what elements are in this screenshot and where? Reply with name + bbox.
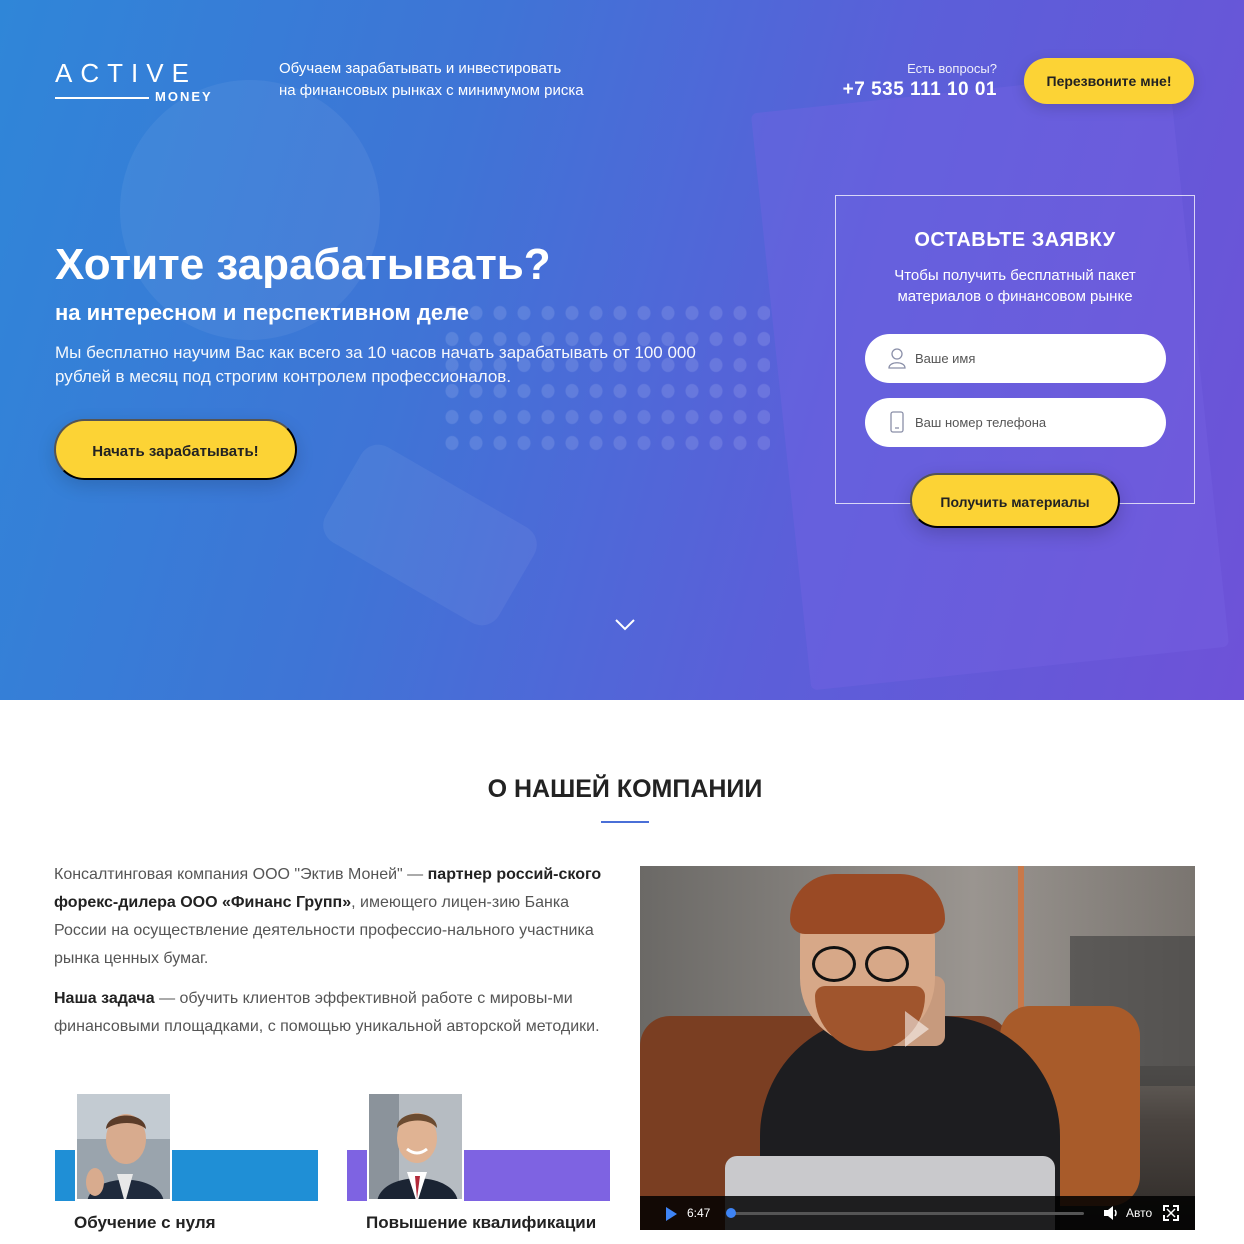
phone-field[interactable] bbox=[865, 398, 1166, 447]
tagline-line: Обучаем зарабатывать и инвестировать bbox=[279, 60, 562, 77]
hero-section: ACTIVE MONEY Обучаем зарабатывать и инве… bbox=[0, 0, 1244, 700]
logo-text: ACTIVE bbox=[55, 58, 197, 88]
logo-underline bbox=[55, 97, 149, 99]
form-subtitle-line: материалов о финансовом рынке bbox=[897, 288, 1133, 305]
name-input[interactable] bbox=[915, 334, 1155, 383]
about-title: О НАШЕЙ КОМПАНИИ bbox=[487, 775, 763, 803]
card-label: Обучение с нуля bbox=[74, 1213, 216, 1232]
teacher-photo bbox=[367, 1092, 464, 1201]
course-card[interactable]: Повышение квалификации bbox=[347, 1092, 611, 1242]
play-overlay-icon[interactable] bbox=[905, 1011, 929, 1047]
fullscreen-icon[interactable] bbox=[1163, 1205, 1179, 1221]
hero-title: Хотите зарабатывать? bbox=[55, 240, 551, 289]
video-person bbox=[865, 946, 909, 982]
chevron-down-icon[interactable] bbox=[614, 618, 636, 632]
video-controls: 6:47 Авто bbox=[640, 1196, 1195, 1230]
smartphone-icon bbox=[890, 411, 904, 433]
phone-input[interactable] bbox=[915, 398, 1155, 447]
play-icon[interactable] bbox=[666, 1207, 677, 1221]
about-paragraph: Наша задача — обучить клиентов эффективн… bbox=[54, 985, 609, 1041]
video-time: 6:47 bbox=[687, 1206, 711, 1220]
text: Консалтинговая компания ООО "Эктив Моней… bbox=[54, 866, 428, 883]
card-label: Повышение квалификации bbox=[366, 1213, 597, 1232]
start-earning-button[interactable]: Начать зарабатывать! bbox=[54, 419, 297, 480]
video-progress-knob[interactable] bbox=[726, 1208, 736, 1218]
company-video[interactable]: 6:47 Авто bbox=[640, 866, 1195, 1230]
logo[interactable]: ACTIVE MONEY bbox=[55, 58, 225, 106]
form-subtitle-line: Чтобы получить бесплатный пакет bbox=[894, 267, 1136, 284]
contact-phone-link[interactable]: +7 535 111 10 01 bbox=[843, 79, 997, 101]
hero-background-shape bbox=[315, 437, 545, 633]
hero-description: Мы бесплатно научим Вас как всего за 10 … bbox=[55, 343, 696, 386]
video-person bbox=[812, 946, 856, 982]
title-divider bbox=[601, 821, 649, 823]
video-quality[interactable]: Авто bbox=[1126, 1206, 1152, 1220]
logo-subtext: MONEY bbox=[155, 89, 213, 104]
video-progress-track[interactable] bbox=[728, 1212, 1084, 1215]
callback-button[interactable]: Перезвоните мне! bbox=[1024, 58, 1194, 104]
volume-icon[interactable] bbox=[1103, 1206, 1119, 1220]
text-bold: Наша задача bbox=[54, 990, 155, 1007]
teacher-photo bbox=[75, 1092, 172, 1201]
contact-question: Есть вопросы? bbox=[907, 61, 997, 76]
request-form-subtitle: Чтобы получить бесплатный пакет материал… bbox=[855, 265, 1175, 307]
get-materials-button[interactable]: Получить материалы bbox=[910, 473, 1120, 528]
name-field[interactable] bbox=[865, 334, 1166, 383]
course-card[interactable]: Обучение с нуля bbox=[55, 1092, 319, 1242]
about-paragraph: Консалтинговая компания ООО "Эктив Моней… bbox=[54, 861, 609, 973]
request-form-title: ОСТАВЬТЕ ЗАЯВКУ bbox=[914, 229, 1116, 251]
video-background bbox=[1018, 866, 1024, 1026]
header-tagline: Обучаем зарабатывать и инвестировать на … bbox=[279, 58, 619, 102]
user-icon bbox=[888, 348, 906, 369]
video-person bbox=[790, 874, 945, 934]
hero-subtitle: на интересном и перспективном деле bbox=[55, 300, 470, 325]
tagline-line: на финансовых рынках с минимумом риска bbox=[279, 82, 584, 99]
header-contact: Есть вопросы? +7 535 111 10 01 bbox=[843, 61, 997, 101]
